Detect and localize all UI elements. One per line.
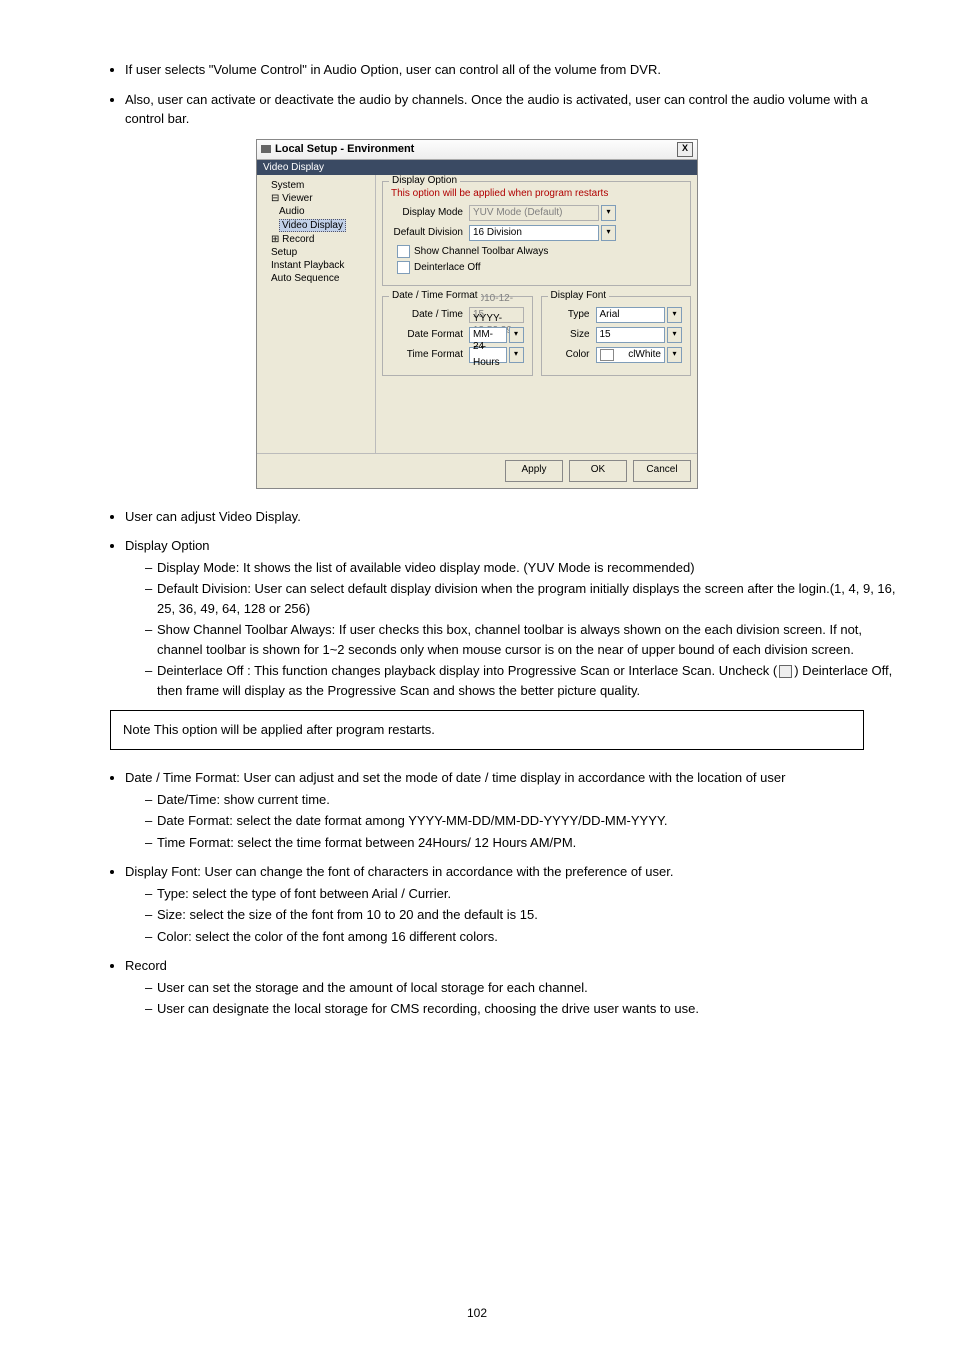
chevron-down-icon[interactable]: ▾ <box>667 307 682 323</box>
sub-deinterlace: Deinterlace Off : This function changes … <box>145 661 904 700</box>
tree-item-system[interactable]: System <box>261 179 371 192</box>
dialog-icon <box>261 145 271 153</box>
bullet-activate: Also, user can activate or deactivate th… <box>125 90 904 129</box>
apply-button[interactable]: Apply <box>505 460 563 482</box>
label-show-toolbar: Show Channel Toolbar Always <box>414 246 548 257</box>
sub-font-size: Size: select the size of the font from 1… <box>145 905 904 925</box>
sub-font-type: Type: select the type of font between Ar… <box>145 884 904 904</box>
sub-font-color: Color: select the color of the font amon… <box>145 927 904 947</box>
label-datetime: Date / Time <box>391 309 469 320</box>
tree-item-auto-sequence[interactable]: Auto Sequence <box>261 272 371 285</box>
tree-item-instant-playback[interactable]: Instant Playback <box>261 259 371 272</box>
select-font-type[interactable]: Arial <box>596 307 666 323</box>
inline-checkbox-icon <box>779 665 792 678</box>
checkbox-deinterlace[interactable] <box>397 261 410 274</box>
group-title-datetime: Date / Time Format <box>389 290 481 301</box>
close-button[interactable]: X <box>677 142 693 157</box>
bullet-font-head: Display Font: User can change the font o… <box>125 862 904 946</box>
select-timeformat[interactable]: 24 Hours <box>469 347 507 363</box>
select-font-color[interactable]: clWhite <box>596 347 666 363</box>
group-title-display: Display Option <box>389 175 460 186</box>
bullet-display-option-head: Display Option Display Mode: It shows th… <box>125 536 904 700</box>
group-font: Display Font Type Arial ▾ Size 15 ▾ <box>541 296 692 376</box>
input-font-size[interactable]: 15 <box>596 327 666 343</box>
sub-default-division: Default Division: User can select defaul… <box>145 579 904 618</box>
sub-record-storage: User can set the storage and the amount … <box>145 978 904 998</box>
label-font-type: Type <box>550 309 596 320</box>
group-title-font: Display Font <box>548 290 610 301</box>
label-font-color: Color <box>550 349 596 360</box>
label-dateformat: Date Format <box>391 329 469 340</box>
chevron-down-icon[interactable]: ▾ <box>509 327 524 343</box>
bullet-datetime-head: Date / Time Format: User can adjust and … <box>125 768 904 852</box>
bullet-record-head: Record User can set the storage and the … <box>125 956 904 1019</box>
page-number: 102 <box>0 1306 954 1320</box>
chevron-down-icon[interactable]: ▾ <box>601 225 616 241</box>
chevron-down-icon[interactable]: ▾ <box>509 347 524 363</box>
tree-item-video-display[interactable]: Video Display <box>261 218 371 233</box>
font-size-picker-icon[interactable]: ▾ <box>667 327 682 343</box>
sub-dt-timeformat: Time Format: select the time format betw… <box>145 833 904 853</box>
ok-button[interactable]: OK <box>569 460 627 482</box>
tree-item-setup[interactable]: Setup <box>261 246 371 259</box>
chevron-down-icon[interactable]: ▾ <box>667 347 682 363</box>
bullet-video-adjust: User can adjust Video Display. <box>125 507 904 527</box>
note-box: Note This option will be applied after p… <box>110 710 864 750</box>
section-strip: Video Display <box>257 160 697 175</box>
tree-item-audio[interactable]: Audio <box>261 205 371 218</box>
sub-display-mode: Display Mode: It shows the list of avail… <box>145 558 904 578</box>
group-datetime: Date / Time Format Date / Time 2010-12-1… <box>382 296 533 376</box>
label-default-division: Default Division <box>391 227 469 238</box>
restart-note: This option will be applied when program… <box>391 188 682 199</box>
tree-item-viewer[interactable]: ⊟ Viewer <box>261 192 371 205</box>
label-timeformat: Time Format <box>391 349 469 360</box>
select-default-division[interactable]: 16 Division <box>469 225 599 241</box>
dialog-title: Local Setup - Environment <box>275 143 414 155</box>
tree-item-record[interactable]: ⊞ Record <box>261 233 371 246</box>
sub-dt-dateformat: Date Format: select the date format amon… <box>145 811 904 831</box>
sub-record-designate: User can designate the local storage for… <box>145 999 904 1019</box>
label-deinterlace: Deinterlace Off <box>414 262 481 273</box>
color-swatch <box>600 349 614 361</box>
select-display-mode[interactable]: YUV Mode (Default) <box>469 205 599 221</box>
sub-dt-current: Date/Time: show current time. <box>145 790 904 810</box>
tree-panel: System ⊟ Viewer Audio Video Display ⊞ Re… <box>257 175 376 453</box>
bullet-volume: If user selects "Volume Control" in Audi… <box>125 60 904 80</box>
dialog-local-setup: Local Setup - Environment X Video Displa… <box>256 139 698 489</box>
checkbox-show-toolbar[interactable] <box>397 245 410 258</box>
label-font-size: Size <box>550 329 596 340</box>
label-display-mode: Display Mode <box>391 207 469 218</box>
cancel-button[interactable]: Cancel <box>633 460 691 482</box>
sub-show-toolbar: Show Channel Toolbar Always: If user che… <box>145 620 904 659</box>
group-display-option: Display Option This option will be appli… <box>382 181 691 286</box>
chevron-down-icon[interactable]: ▾ <box>601 205 616 221</box>
